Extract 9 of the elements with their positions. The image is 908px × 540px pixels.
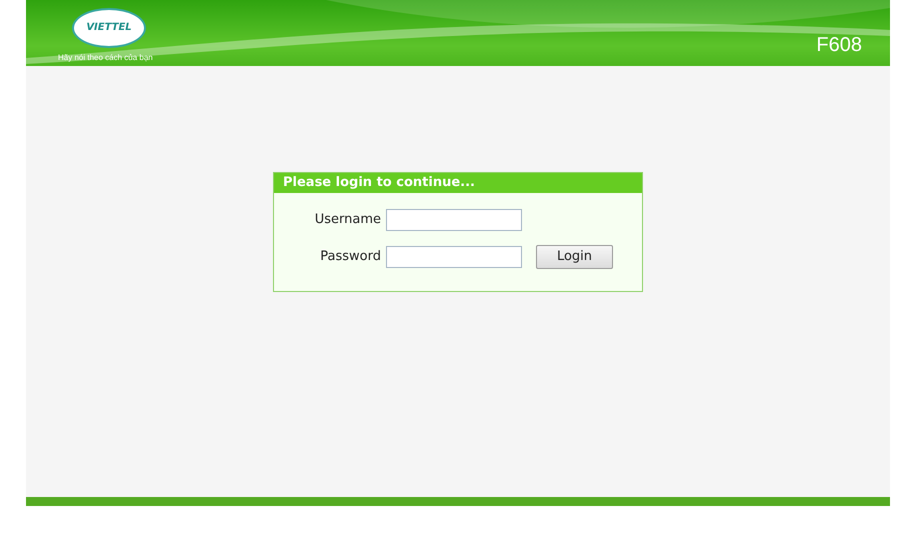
- input-field[interactable]: [386, 209, 522, 231]
- model-title: F608: [816, 35, 862, 55]
- field-label: Password: [319, 248, 382, 266]
- slogan-text: Hãy nói theo cách của bạn: [58, 52, 153, 64]
- input-field[interactable]: [386, 246, 522, 268]
- logo-text: VIETTEL: [86, 23, 132, 33]
- login-button[interactable]: Login: [536, 245, 613, 269]
- field-label: Username: [314, 211, 382, 230]
- panel-title: Please login to continue...: [274, 173, 642, 193]
